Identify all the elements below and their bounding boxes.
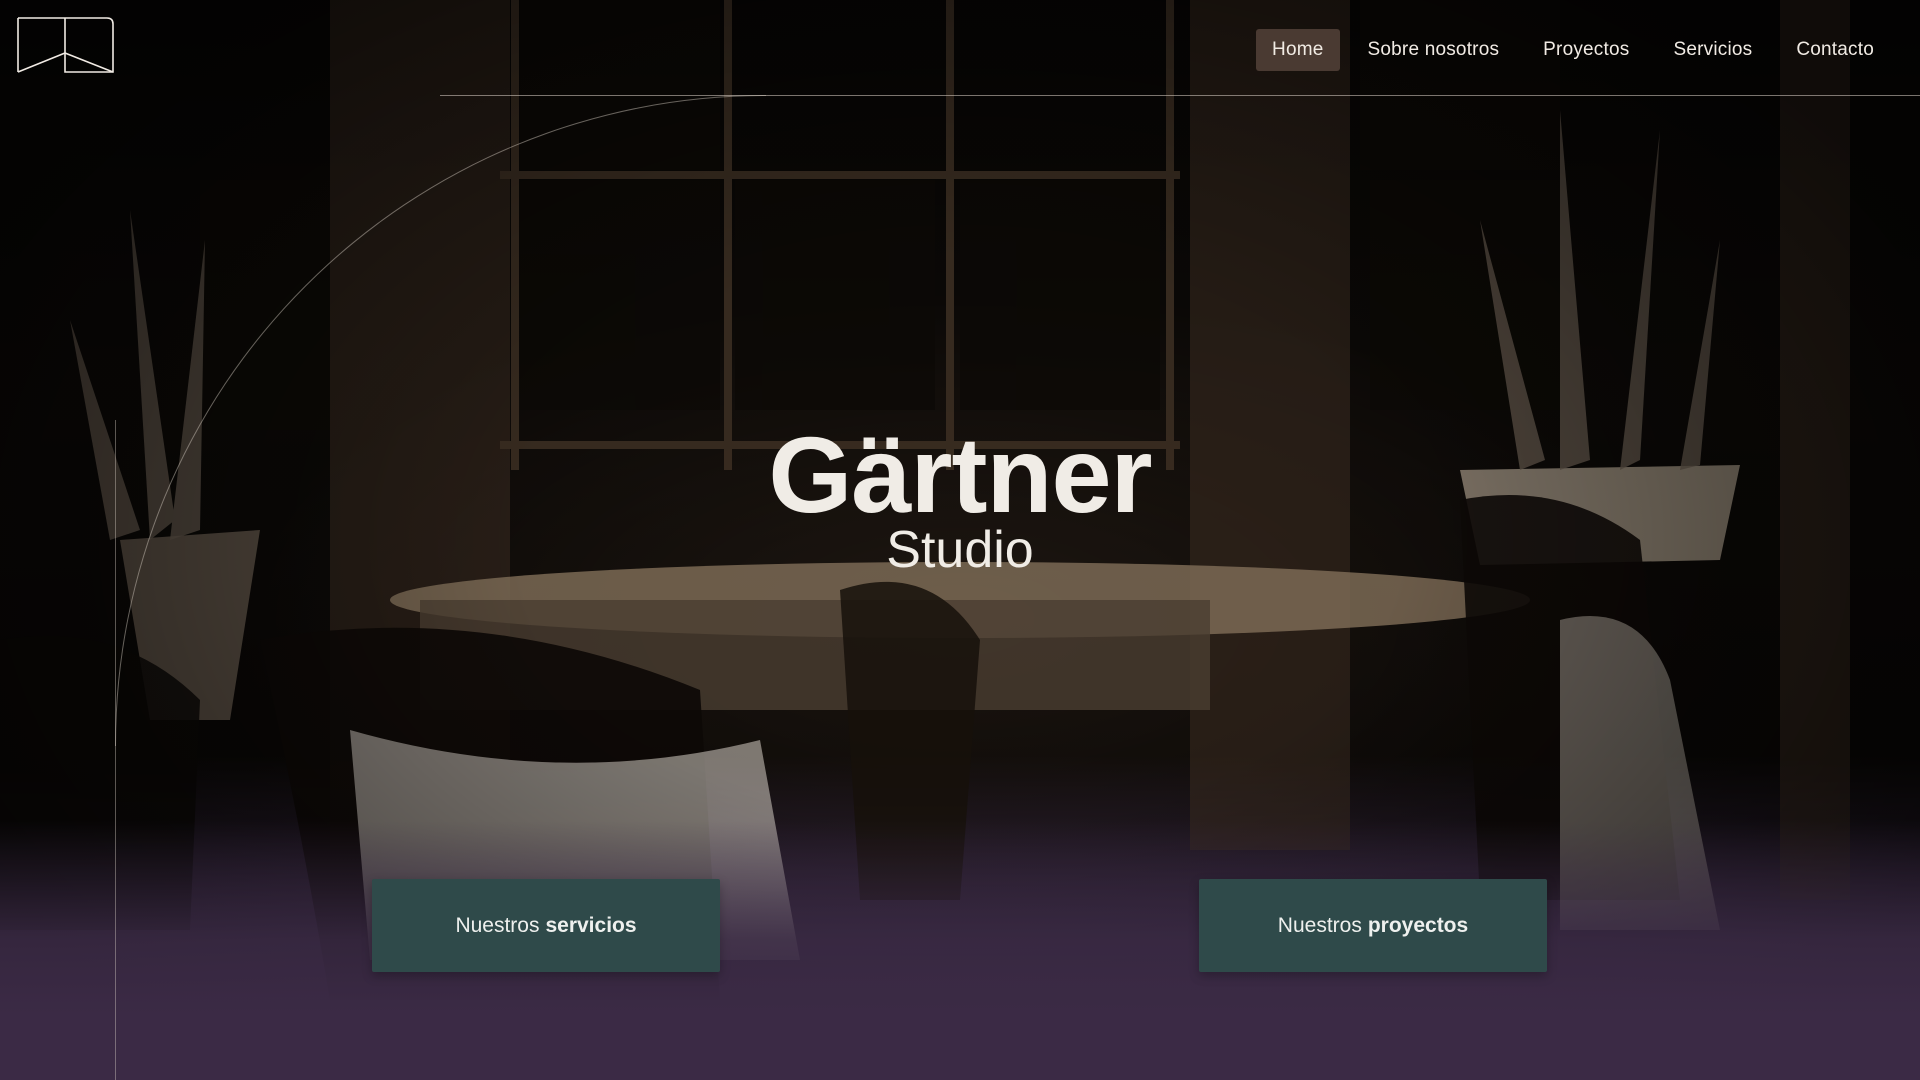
studio-logo-icon [17,17,114,73]
projects-button[interactable]: Nuestros proyectos [1199,879,1547,972]
services-button-emphasis: servicios [545,913,637,937]
nav-item-contacto[interactable]: Contacto [1780,29,1890,71]
nav-item-servicios[interactable]: Servicios [1657,29,1768,71]
services-button[interactable]: Nuestros servicios [372,879,720,972]
nav-item-home[interactable]: Home [1256,29,1340,71]
projects-button-emphasis: proyectos [1367,913,1469,937]
logo-link[interactable] [17,17,114,73]
projects-button-prefix: Nuestros [1277,913,1362,937]
main-navigation: Home Sobre nosotros Proyectos Servicios … [1256,29,1890,71]
hero-title-block: Gärtner Studio [0,414,1920,579]
hero-subtitle: Studio [886,521,1034,579]
hero-title: Gärtner [768,414,1152,535]
services-button-prefix: Nuestros [455,913,540,937]
nav-item-sobre-nosotros[interactable]: Sobre nosotros [1352,29,1516,71]
header-divider-line [440,95,1920,96]
nav-item-proyectos[interactable]: Proyectos [1527,29,1645,71]
